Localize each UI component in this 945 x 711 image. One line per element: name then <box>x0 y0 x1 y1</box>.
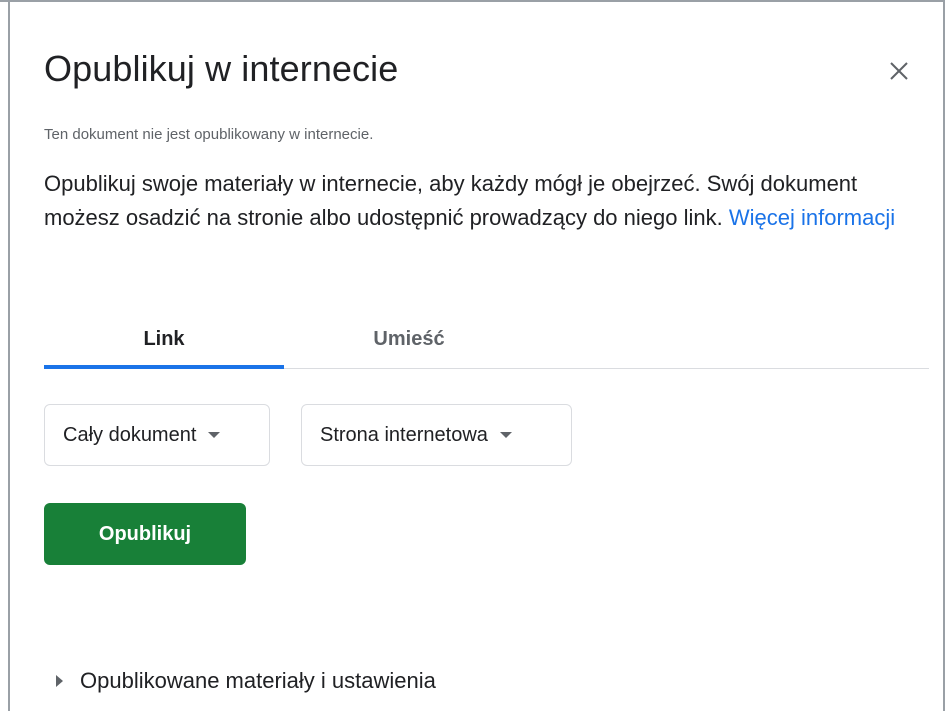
published-content-settings-label: Opublikowane materiały i ustawienia <box>80 668 436 693</box>
tab-link[interactable]: Link <box>44 314 284 369</box>
description: Opublikuj swoje materiały w internecie, … <box>44 167 904 235</box>
tab-bar: Link Umieść <box>44 314 929 369</box>
caret-down-icon <box>208 432 221 438</box>
caret-down-icon <box>499 432 512 438</box>
format-select-value: Strona internetowa <box>320 423 488 446</box>
close-icon <box>890 62 908 80</box>
scope-select-value: Cały dokument <box>63 423 197 446</box>
learn-more-link[interactable]: Więcej informacji <box>729 205 895 230</box>
publish-button[interactable]: Opublikuj <box>44 503 246 565</box>
dialog-left-border <box>8 2 10 711</box>
triangle-right-icon <box>56 675 63 687</box>
dialog-title: Opublikuj w internecie <box>44 48 399 89</box>
format-select[interactable]: Strona internetowa <box>301 404 572 466</box>
published-content-settings-toggle[interactable]: Opublikowane materiały i ustawienia <box>56 668 436 694</box>
dialog: Opublikuj w internecie Ten dokument nie … <box>0 0 945 711</box>
tab-embed[interactable]: Umieść <box>284 314 534 365</box>
publish-status-text: Ten dokument nie jest opublikowany w int… <box>44 126 374 143</box>
close-button[interactable] <box>882 54 916 88</box>
scope-select[interactable]: Cały dokument <box>44 404 270 466</box>
